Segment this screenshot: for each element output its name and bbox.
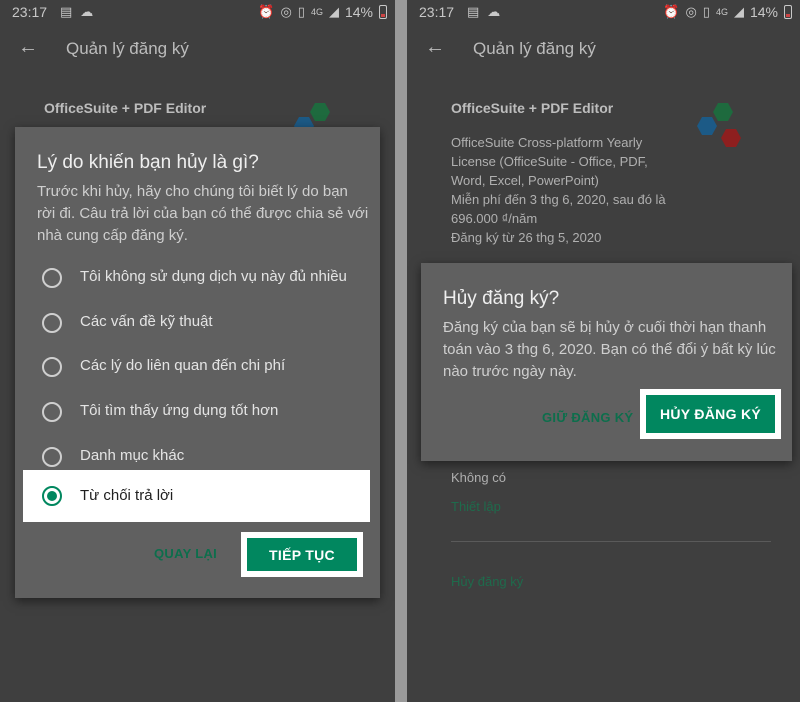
- network-type: 4G: [310, 7, 323, 17]
- sync-icon: ◎: [685, 4, 697, 19]
- radio-label: Tôi tìm thấy ứng dụng tốt hơn: [80, 402, 279, 419]
- radio-button[interactable]: [42, 268, 62, 288]
- radio-button[interactable]: [42, 402, 62, 422]
- battery-icon: [379, 5, 387, 19]
- cancel-reason-dialog: Lý do khiến bạn hủy là gì? Trước khi hủy…: [15, 127, 380, 598]
- radio-option-cost[interactable]: Các lý do liên quan đến chi phí: [15, 345, 380, 389]
- status-time: 23:17: [419, 4, 455, 20]
- app-bar: ← Quản lý đăng ký: [407, 30, 800, 70]
- cancel-subscription-link[interactable]: Hủy đăng ký: [451, 572, 523, 591]
- sync-icon: ◎: [280, 4, 292, 19]
- signal-icon: ◢: [733, 4, 744, 19]
- divider: [451, 541, 771, 542]
- radio-option-better-app[interactable]: Tôi tìm thấy ứng dụng tốt hơn: [15, 390, 380, 434]
- dialog-message: Đăng ký của bạn sẽ bị hủy ở cuối thời hạ…: [443, 319, 776, 380]
- setup-link[interactable]: Thiết lập: [451, 497, 501, 516]
- radio-option-decline[interactable]: Từ chối trả lời: [23, 470, 370, 522]
- dialog-title: Hủy đăng ký?: [443, 288, 560, 309]
- battery-percent: 14%: [749, 4, 778, 20]
- page-title: Quản lý đăng ký: [473, 39, 596, 58]
- battery-icon: [784, 5, 792, 19]
- signal-icon: ◢: [328, 4, 339, 19]
- status-bar: 23:17 ▤ ☁ ⏰ ◎ ▯ 4G ◢ 14%: [0, 0, 395, 24]
- app-logo-icon: [697, 102, 749, 154]
- payment-method-value: Không có: [451, 470, 506, 485]
- radio-label: Tôi không sử dụng dịch vụ này đủ nhiều: [80, 268, 347, 285]
- app-bar: ← Quản lý đăng ký: [0, 30, 395, 70]
- back-arrow-icon[interactable]: ←: [425, 36, 445, 59]
- cancel-subscription-button-frame: HỦY ĐĂNG KÝ: [640, 389, 781, 439]
- cloud-icon: ☁: [80, 4, 94, 19]
- dialog-message: Trước khi hủy, hãy cho chúng tôi biết lý…: [37, 183, 369, 244]
- radio-label: Các lý do liên quan đến chi phí: [80, 357, 286, 374]
- cancel-subscription-button[interactable]: HỦY ĐĂNG KÝ: [646, 395, 775, 433]
- subscription-details: OfficeSuite Cross-platform Yearly Licens…: [451, 135, 666, 245]
- radio-button[interactable]: [42, 447, 62, 467]
- vibrate-icon: ▯: [702, 4, 710, 19]
- alarm-icon: ⏰: [258, 4, 275, 19]
- radio-label: Từ chối trả lời: [80, 487, 174, 504]
- radio-label: Danh mục khác: [80, 447, 185, 464]
- radio-option-not-enough-use[interactable]: Tôi không sử dụng dịch vụ này đủ nhiều: [15, 256, 380, 300]
- radio-button[interactable]: [42, 357, 62, 377]
- alarm-icon: ⏰: [663, 4, 680, 19]
- battery-percent: 14%: [344, 4, 373, 20]
- message-icon: ▤: [467, 4, 480, 19]
- app-name: OfficeSuite + PDF Editor: [44, 100, 207, 116]
- network-type: 4G: [715, 7, 728, 17]
- confirm-cancel-dialog: Hủy đăng ký? Đăng ký của bạn sẽ bị hủy ở…: [421, 263, 792, 461]
- dialog-title: Lý do khiến bạn hủy là gì?: [37, 152, 259, 173]
- continue-button[interactable]: TIẾP TỤC: [247, 538, 357, 571]
- continue-button-frame: TIẾP TỤC: [241, 532, 363, 577]
- app-name: OfficeSuite + PDF Editor: [451, 100, 614, 116]
- left-screen: 23:17 ▤ ☁ ⏰ ◎ ▯ 4G ◢ 14% ← Quản lý đăng …: [0, 0, 395, 702]
- right-screen: 23:17 ▤ ☁ ⏰ ◎ ▯ 4G ◢ 14% ← Quản lý đăng …: [407, 0, 800, 702]
- radio-button[interactable]: [42, 313, 62, 333]
- keep-subscription-button[interactable]: GIỮ ĐĂNG KÝ: [542, 410, 633, 425]
- radio-button-selected[interactable]: [42, 486, 62, 506]
- radio-label: Các vấn đề kỹ thuật: [80, 313, 213, 330]
- message-icon: ▤: [60, 4, 73, 19]
- cloud-icon: ☁: [487, 4, 501, 19]
- status-bar: 23:17 ▤ ☁ ⏰ ◎ ▯ 4G ◢ 14%: [407, 0, 800, 24]
- back-arrow-icon[interactable]: ←: [18, 36, 38, 59]
- status-time: 23:17: [12, 4, 48, 20]
- radio-option-technical-issues[interactable]: Các vấn đề kỹ thuật: [15, 301, 380, 345]
- page-title: Quản lý đăng ký: [66, 39, 189, 58]
- back-button[interactable]: QUAY LẠI: [154, 546, 217, 561]
- vibrate-icon: ▯: [297, 4, 305, 19]
